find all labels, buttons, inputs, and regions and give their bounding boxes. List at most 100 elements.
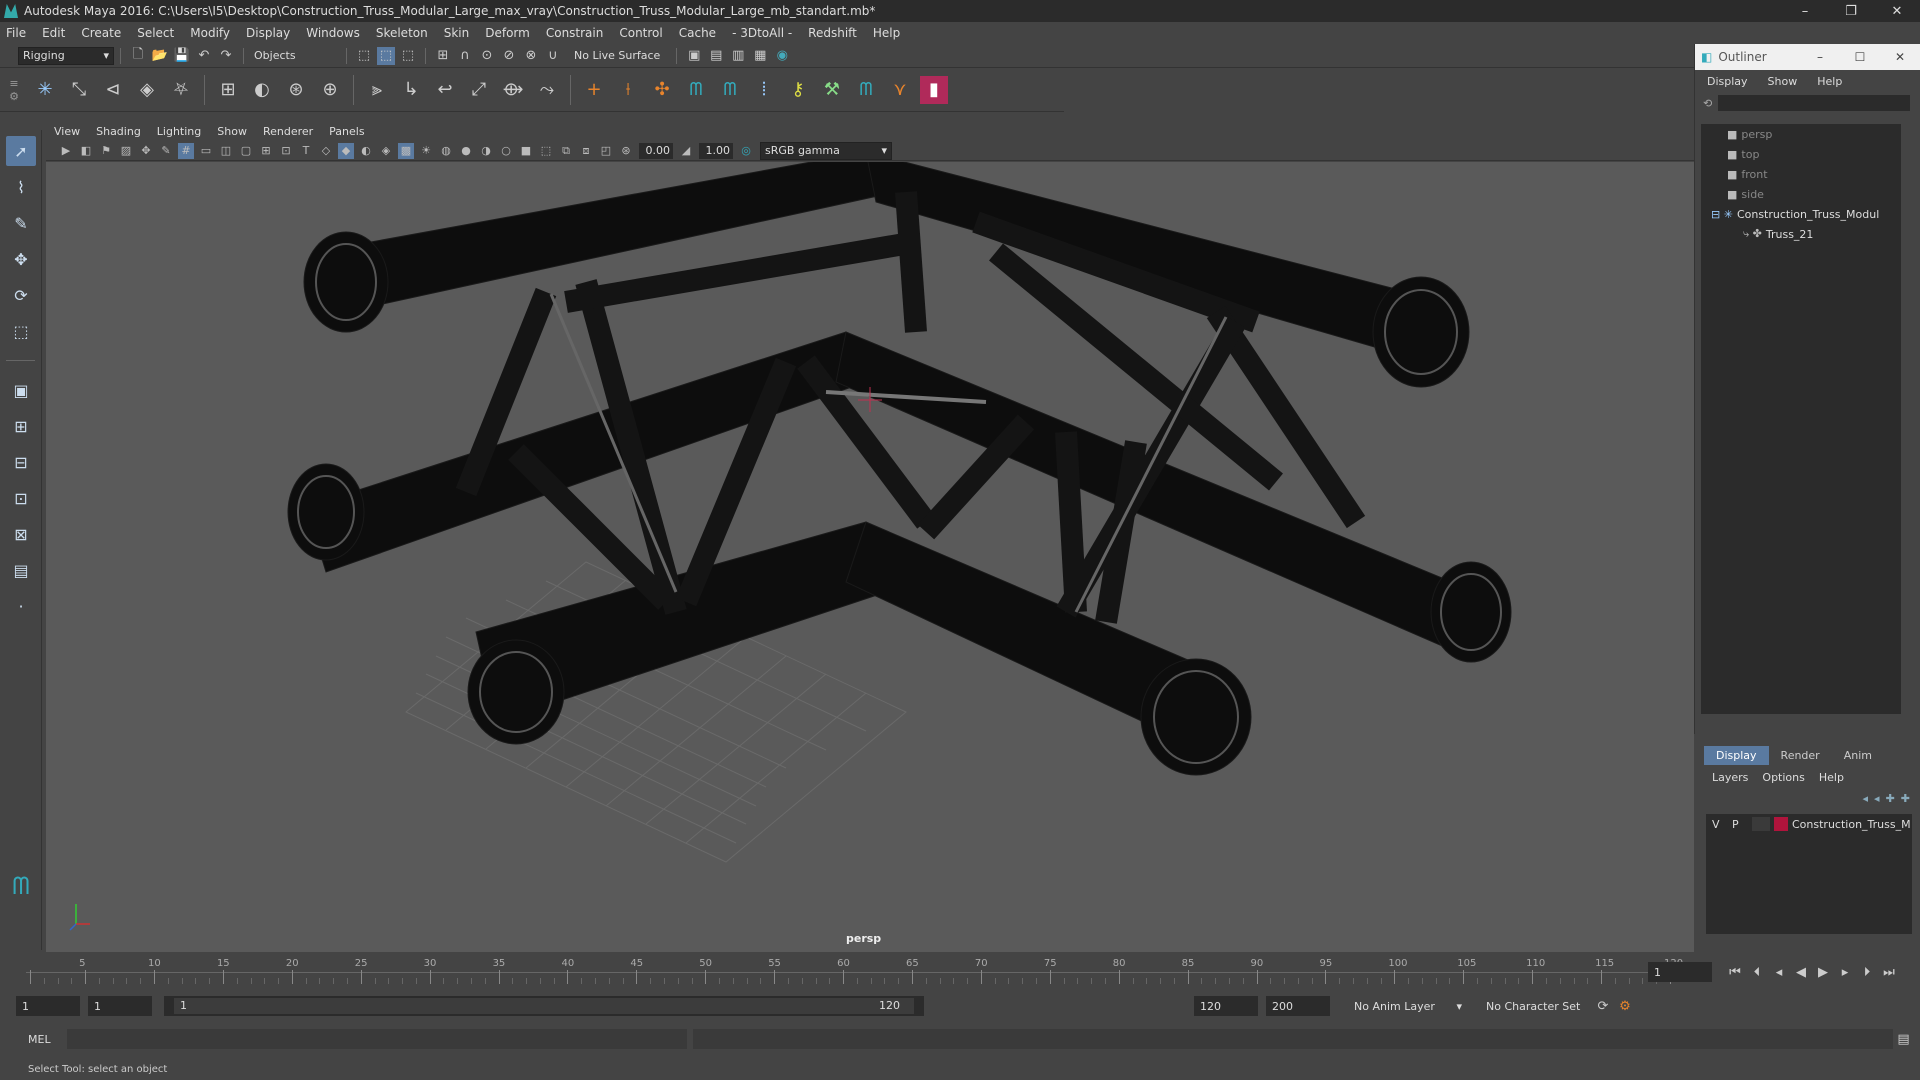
outliner-menu-help[interactable]: Help [1817, 75, 1842, 88]
shadows-icon[interactable]: ◍ [438, 143, 454, 159]
bind-skin-icon[interactable]: ⫸ [363, 76, 391, 104]
camera-attr-icon[interactable]: ◧ [78, 143, 94, 159]
menu-file[interactable]: File [6, 26, 26, 40]
filter-icon[interactable]: ⟲ [1703, 97, 1712, 110]
snap-point-icon[interactable]: ⊙ [478, 47, 496, 65]
panel-menu-view[interactable]: View [54, 125, 80, 138]
layer-move-up-icon[interactable]: ◂ [1863, 792, 1869, 805]
key-selected-icon[interactable]: ⚷ [784, 76, 812, 104]
outliner-item[interactable]: ■ front [1701, 164, 1901, 184]
render-frame-icon[interactable]: ▤ [707, 47, 725, 65]
layer-tab-anim[interactable]: Anim [1832, 746, 1884, 765]
xray-joints-icon[interactable]: ⧈ [578, 143, 594, 159]
cluster-icon[interactable]: ◐ [248, 76, 276, 104]
move-tool-icon[interactable]: ✥ [6, 244, 36, 274]
anim-prefs-icon[interactable]: ⚙ [1616, 997, 1634, 1015]
single-view-icon[interactable]: ▣ [6, 375, 36, 405]
graph-editor-icon[interactable]: ⚒ [818, 76, 846, 104]
panel-menu-renderer[interactable]: Renderer [263, 125, 313, 138]
two-d-pan-icon[interactable]: ✥ [138, 143, 154, 159]
animation-end-field[interactable]: 200 [1266, 996, 1330, 1016]
xray-components-icon[interactable]: ◰ [598, 143, 614, 159]
mirror-weights-icon[interactable]: ⟴ [499, 76, 527, 104]
menu-3dtoall[interactable]: - 3DtoAll - [732, 26, 792, 40]
outliner-item[interactable]: ■ side [1701, 184, 1901, 204]
auto-key-icon[interactable]: ⟳ [1594, 997, 1612, 1015]
menu-display[interactable]: Display [246, 26, 290, 40]
screen-ao-icon[interactable]: ● [458, 143, 474, 159]
outliner-close-button[interactable]: ✕ [1880, 50, 1920, 64]
play-backwards-icon[interactable]: ◀ [1792, 963, 1810, 981]
range-slider[interactable]: 1 120 [164, 996, 924, 1016]
playback-start-field[interactable]: 1 [88, 996, 152, 1016]
menu-modify[interactable]: Modify [190, 26, 230, 40]
menu-skin[interactable]: Skin [444, 26, 470, 40]
outliner-item[interactable]: ■ persp [1701, 124, 1901, 144]
gamma-field[interactable]: 1.00 [699, 142, 733, 159]
rotate-tool-icon[interactable]: ⟳ [6, 280, 36, 310]
ipr-render-icon[interactable]: ▥ [729, 47, 747, 65]
layer-type-toggle[interactable] [1752, 817, 1770, 831]
blend-shape-icon[interactable]: ᗰ [682, 76, 710, 104]
constraint-aim-icon[interactable]: ✣ [648, 76, 676, 104]
render-settings-icon[interactable]: ▦ [751, 47, 769, 65]
gate-mask-icon[interactable]: ▢ [238, 143, 254, 159]
menu-deform[interactable]: Deform [485, 26, 530, 40]
select-component-icon[interactable]: ⬚ [399, 47, 417, 65]
select-tool-icon[interactable]: ➚ [6, 136, 36, 166]
render-view-icon[interactable]: ▣ [685, 47, 703, 65]
script-editor-icon[interactable]: ▤ [1895, 1030, 1913, 1048]
outliner-menu-show[interactable]: Show [1768, 75, 1798, 88]
hypershade-icon[interactable]: ◉ [773, 47, 791, 65]
insert-joint-icon[interactable]: ◈ [133, 76, 161, 104]
layer-move-down-icon[interactable]: ◂ [1874, 792, 1880, 805]
save-scene-icon[interactable]: 💾 [173, 47, 191, 65]
field-chart-icon[interactable]: ⊞ [258, 143, 274, 159]
outliner-item[interactable]: ⊟ ✳ Construction_Truss_Modul [1701, 204, 1901, 224]
set-driven-key-icon[interactable]: ⦙ [750, 76, 778, 104]
command-input[interactable] [66, 1029, 687, 1049]
snap-view-icon[interactable]: ⊘ [500, 47, 518, 65]
minimize-button[interactable]: – [1782, 0, 1828, 22]
command-language[interactable]: MEL [28, 1033, 51, 1046]
snap-magnet-icon[interactable]: ∪ [544, 47, 562, 65]
ik-spline-icon[interactable]: ⊲ [99, 76, 127, 104]
outliner-item[interactable]: ⤷ ✤ Truss_21 [1701, 224, 1901, 244]
select-object-icon[interactable]: ⬚ [377, 46, 395, 65]
new-layer-selected-icon[interactable]: ✚ [1901, 792, 1910, 805]
menu-create[interactable]: Create [81, 26, 121, 40]
wire-icon[interactable]: ⊕ [316, 76, 344, 104]
maya-script-icon[interactable]: ᗰ [852, 76, 880, 104]
blend-shape-editor-icon[interactable]: ᗰ [716, 76, 744, 104]
lasso-tool-icon[interactable]: ⌇ [6, 172, 36, 202]
character-set-dropdown[interactable]: No Character Set [1480, 996, 1592, 1016]
locator-icon[interactable]: + [580, 76, 608, 104]
menu-select[interactable]: Select [137, 26, 174, 40]
outliner-item[interactable]: ■ top [1701, 144, 1901, 164]
ik-handle-icon[interactable]: ⤡ [65, 76, 93, 104]
menu-control[interactable]: Control [619, 26, 662, 40]
custom-layout-icon[interactable]: · [6, 591, 36, 621]
menu-skeleton[interactable]: Skeleton [376, 26, 428, 40]
flat-shade-icon[interactable]: ◐ [358, 143, 374, 159]
bookmark-icon[interactable]: ⚑ [98, 143, 114, 159]
paint-select-icon[interactable]: ✎ [6, 208, 36, 238]
outliner-menu-display[interactable]: Display [1707, 75, 1748, 88]
step-back-frame-icon[interactable]: ◂ [1770, 963, 1788, 981]
layer-row[interactable]: V P Construction_Truss_M [1706, 814, 1912, 834]
v-tool-icon[interactable]: ⋎ [886, 76, 914, 104]
layer-tab-display[interactable]: Display [1704, 745, 1769, 765]
copy-weights-icon[interactable]: ⤳ [533, 76, 561, 104]
constraint-point-icon[interactable]: ⟊ [614, 76, 642, 104]
grid-icon[interactable]: # [178, 142, 194, 159]
menu-cache[interactable]: Cache [679, 26, 716, 40]
go-to-end-icon[interactable]: ⏭ [1880, 963, 1898, 981]
playback-end-field[interactable]: 120 [1194, 996, 1258, 1016]
step-forward-frame-icon[interactable]: ▸ [1836, 963, 1854, 981]
wrap-icon[interactable]: ⊛ [282, 76, 310, 104]
layer-tab-render[interactable]: Render [1769, 746, 1832, 765]
motion-blur-icon[interactable]: ◑ [478, 143, 494, 159]
persp-graph-icon[interactable]: ⊡ [6, 483, 36, 513]
layer-playback-toggle[interactable]: P [1732, 818, 1752, 831]
menu-edit[interactable]: Edit [42, 26, 65, 40]
